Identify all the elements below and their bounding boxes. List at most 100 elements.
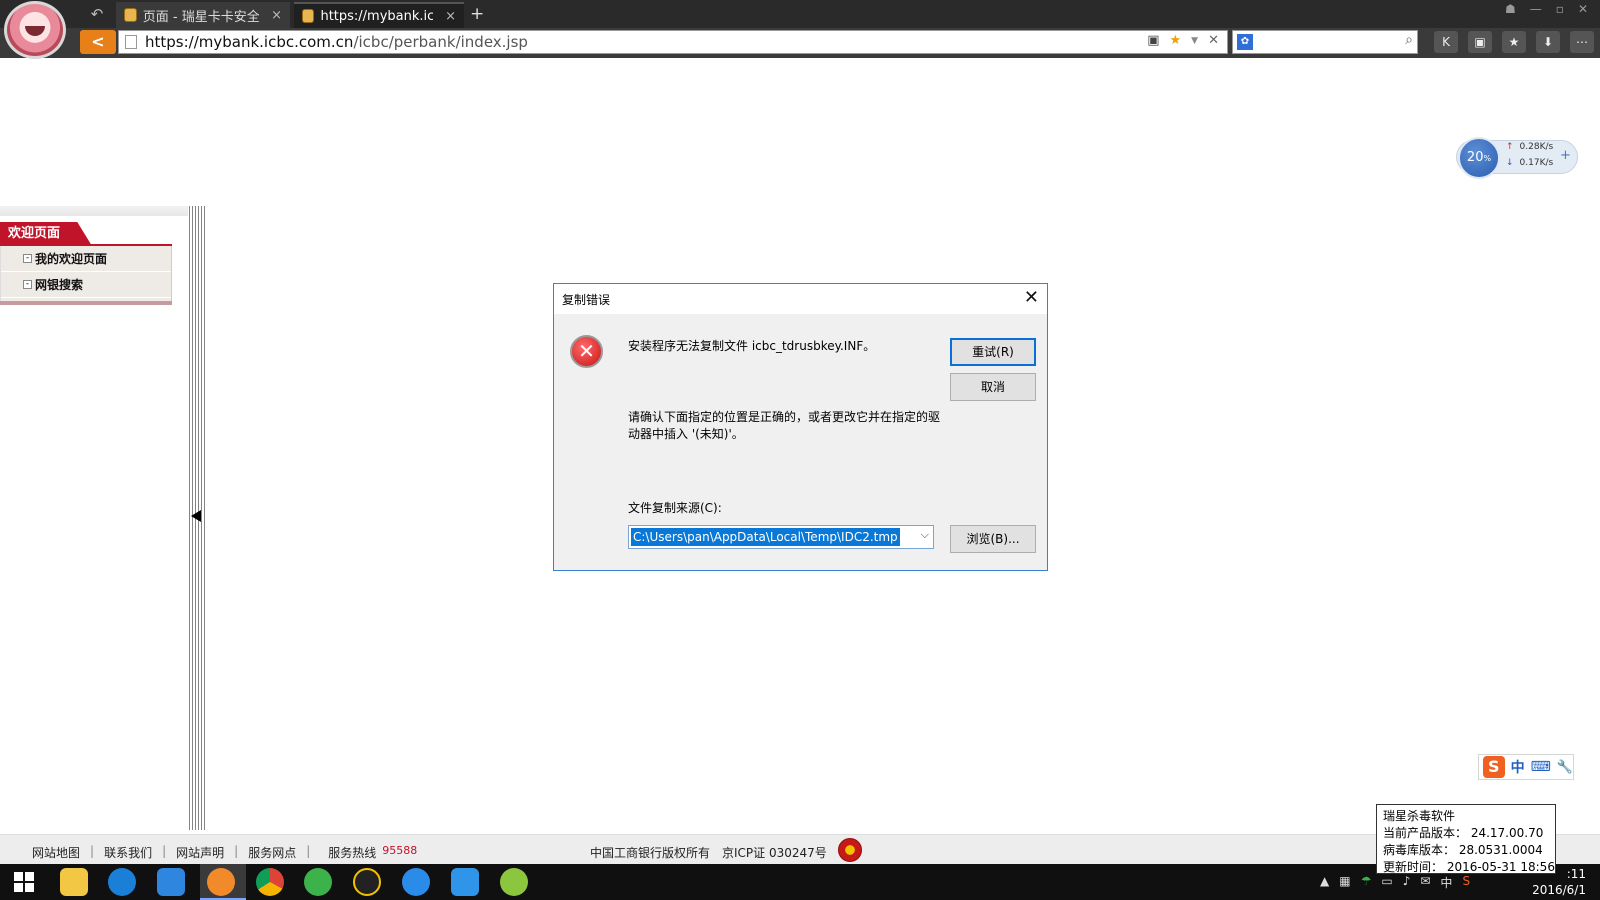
search-icon[interactable]: ⌕ — [1405, 32, 1413, 48]
collapse-icon[interactable]: - — [23, 254, 32, 263]
tab-mybank[interactable]: https://mybank.icbc × — [294, 2, 464, 28]
page-icon — [125, 35, 137, 49]
sidebar-item-search[interactable]: - 网银搜索 — [1, 272, 171, 298]
wechat-icon[interactable] — [304, 868, 332, 896]
skin-icon[interactable]: ☗ — [1505, 2, 1516, 16]
tray-sogou-icon[interactable]: S — [1462, 874, 1470, 891]
tab-title: https://mybank.icbc — [320, 8, 434, 24]
cancel-button[interactable]: 取消 — [950, 373, 1036, 401]
download-arrow-icon: ↓ — [1506, 158, 1514, 168]
tray-lang[interactable]: 中 — [1440, 874, 1452, 891]
restore-icon[interactable]: ▫ — [1556, 2, 1564, 16]
tooltip-line: 瑞星杀毒软件 — [1383, 809, 1456, 823]
search-engine-icon[interactable]: ✿ — [1237, 34, 1253, 50]
source-label: 文件复制来源(C): — [628, 501, 722, 515]
tray-app-icon[interactable]: ▲ — [1320, 874, 1329, 891]
footer-link-contact[interactable]: 联系我们 — [104, 844, 152, 861]
download-icon[interactable]: ⬇ — [1536, 31, 1560, 53]
browser-app-icon[interactable] — [207, 868, 235, 896]
popup-block-icon[interactable]: ▣ — [1147, 33, 1159, 48]
dropdown-icon[interactable]: ▼ — [1191, 36, 1198, 46]
tray-monitor-icon[interactable]: ▭ — [1381, 874, 1392, 891]
url-host: https://mybank.icbc.com.cn — [145, 33, 354, 51]
url-text: https://mybank.icbc.com.cn/icbc/perbank/… — [145, 33, 528, 51]
wrench-icon[interactable]: 🔧 — [1557, 760, 1573, 775]
icp-license[interactable]: 京ICP证 030247号 — [722, 844, 827, 861]
footer-link-sitemap[interactable]: 网站地图 — [32, 844, 80, 861]
close-window-icon[interactable]: ✕ — [1578, 2, 1588, 16]
chevron-down-icon[interactable]: ⌵ — [921, 528, 929, 542]
footer-separator: | — [234, 844, 239, 858]
sidebar-header[interactable]: 欢迎页面 — [0, 222, 92, 246]
favorite-star-icon[interactable]: ★ — [1170, 33, 1182, 48]
close-icon[interactable]: ✕ — [1024, 288, 1039, 308]
footer-separator: | — [306, 844, 311, 858]
sidebar-item-welcome[interactable]: - 我的欢迎页面 — [1, 246, 171, 272]
ime-toolbar[interactable]: S 中 ⌨ 🔧 — [1478, 754, 1574, 780]
mail-app-icon[interactable] — [451, 868, 479, 896]
footer-links: 网站地图 | 联系我们 | 网站声明 | 服务网点 | 服务热线 95588 — [32, 844, 417, 861]
page-footer: 网站地图 | 联系我们 | 网站声明 | 服务网点 | 服务热线 95588 中国工商银… — [0, 834, 1600, 864]
windows-start-icon[interactable] — [14, 872, 34, 892]
back-button[interactable]: < — [80, 30, 116, 54]
ie-icon[interactable] — [108, 868, 136, 896]
error-icon: ✕ — [570, 335, 603, 368]
k-icon[interactable]: K — [1434, 31, 1458, 53]
download-speed-value: 0.17K/s — [1519, 158, 1554, 168]
source-path-combobox[interactable]: C:\Users\pan\AppData\Local\Temp\IDC2.tmp… — [628, 525, 934, 549]
chrome-icon[interactable] — [256, 868, 284, 896]
address-bar-tools: ▣ ★ ▼ ✕ — [1147, 33, 1219, 48]
retry-button[interactable]: 重试(R) — [950, 338, 1036, 366]
tab-rising-security[interactable]: 页面 - 瑞星卡卡安全... × — [116, 2, 290, 28]
keyboard-icon[interactable]: ⌨ — [1531, 759, 1551, 775]
minimize-icon[interactable]: — — [1530, 2, 1542, 16]
hotline-number: 95588 — [382, 844, 418, 857]
undo-close-tab-icon[interactable]: ↶ — [86, 3, 108, 25]
address-bar[interactable]: https://mybank.icbc.com.cn/icbc/perbank/… — [118, 30, 1228, 54]
sidebar-top-bar — [0, 206, 188, 216]
collapse-arrow-icon[interactable] — [191, 510, 201, 522]
copyright-text: 中国工商银行版权所有 — [590, 846, 711, 860]
download-app-icon[interactable] — [500, 868, 528, 896]
sidebar-menu: - 我的欢迎页面 - 网银搜索 — [0, 246, 172, 302]
speed-percent-circle[interactable]: 20% — [1458, 137, 1500, 179]
sidebar-item-label: 我的欢迎页面 — [35, 252, 108, 266]
tab-close-icon[interactable]: × — [271, 8, 282, 23]
ime-mode[interactable]: 中 — [1511, 757, 1525, 777]
shield-favicon-icon — [302, 9, 315, 23]
shield-favicon-icon — [124, 8, 137, 22]
source-path-value[interactable]: C:\Users\pan\AppData\Local\Temp\IDC2.tmp — [630, 527, 901, 547]
upload-speed: ↑ 0.28K/s — [1506, 142, 1553, 152]
tray-network-icon[interactable]: ▦ — [1339, 874, 1350, 891]
screen: ↶ 页面 - 瑞星卡卡安全... × https://mybank.icbc ×… — [0, 0, 1600, 900]
collapse-icon[interactable]: - — [23, 280, 32, 289]
tray-message-icon[interactable]: ✉ — [1420, 874, 1430, 891]
window-controls: ☗ — ▫ ✕ — [1505, 2, 1588, 16]
lock-icon[interactable]: ▣ — [1468, 31, 1492, 53]
footer-separator: | — [90, 844, 95, 858]
expand-icon[interactable]: + — [1560, 148, 1571, 163]
tray-security-icon[interactable]: ☂ — [1361, 874, 1372, 891]
browser-tab-bar: ↶ 页面 - 瑞星卡卡安全... × https://mybank.icbc ×… — [0, 0, 1600, 28]
tab-close-icon[interactable]: × — [445, 9, 456, 24]
new-tab-button[interactable]: + — [470, 3, 484, 25]
sogou-logo-icon[interactable]: S — [1483, 756, 1505, 778]
more-icon[interactable]: ⋯ — [1570, 31, 1594, 53]
tray-volume-icon[interactable]: ♪ — [1403, 874, 1411, 891]
upload-arrow-icon: ↑ — [1506, 142, 1514, 152]
browse-button[interactable]: 浏览(B)... — [950, 525, 1036, 553]
favorites-icon[interactable]: ★ — [1502, 31, 1526, 53]
video-app-icon[interactable] — [402, 868, 430, 896]
file-explorer-icon[interactable] — [60, 868, 88, 896]
clock-date: 2016/6/1 — [1532, 883, 1586, 897]
stop-icon[interactable]: ✕ — [1208, 33, 1219, 48]
speed-percent: 20 — [1466, 150, 1484, 165]
search-box[interactable]: ✿ ⌕ — [1232, 30, 1418, 54]
toolbar-buttons: K ▣ ★ ⬇ ⋯ — [1434, 31, 1594, 53]
footer-link-statement[interactable]: 网站声明 — [176, 844, 224, 861]
qq-icon[interactable] — [353, 868, 381, 896]
user-avatar[interactable] — [4, 1, 66, 59]
app-icon[interactable] — [157, 868, 185, 896]
footer-link-outlets[interactable]: 服务网点 — [248, 844, 296, 861]
police-badge-icon[interactable] — [838, 838, 862, 862]
